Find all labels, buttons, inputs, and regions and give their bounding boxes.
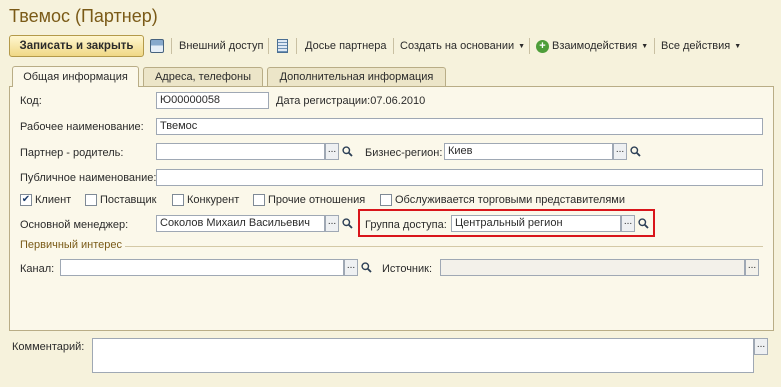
parent-partner-select-button[interactable]: ... bbox=[325, 143, 339, 160]
tab-additional-info[interactable]: Дополнительная информация bbox=[267, 67, 446, 86]
toolbar-separator bbox=[171, 38, 172, 54]
toolbar-separator bbox=[268, 38, 269, 54]
work-name-field[interactable]: Твемос bbox=[156, 118, 763, 135]
public-name-label: Публичное наименование: bbox=[20, 172, 157, 184]
registration-date-label: Дата регистрации:07.06.2010 bbox=[276, 95, 426, 107]
parent-partner-field[interactable] bbox=[156, 143, 325, 160]
registration-date-value: 07.06.2010 bbox=[370, 95, 426, 107]
public-name-field[interactable] bbox=[156, 169, 763, 186]
access-group-field[interactable]: Центральный регион bbox=[451, 215, 621, 232]
external-access-label: Внешний доступ bbox=[179, 40, 264, 52]
create-based-label: Создать на основании bbox=[400, 40, 515, 52]
code-label: Код: bbox=[20, 95, 42, 107]
dossier-button[interactable]: Досье партнера bbox=[305, 35, 387, 57]
source-field[interactable] bbox=[440, 259, 745, 276]
business-region-label: Бизнес-регион: bbox=[365, 147, 443, 159]
source-label: Источник: bbox=[382, 263, 433, 275]
parent-partner-label: Партнер - родитель: bbox=[20, 147, 124, 159]
magnifier-icon[interactable] bbox=[340, 143, 354, 160]
dossier-icon-button[interactable] bbox=[277, 35, 288, 57]
chevron-down-icon: ▼ bbox=[518, 42, 526, 50]
toolbar-separator bbox=[529, 38, 530, 54]
all-actions-menu[interactable]: Все действия ▼ bbox=[661, 35, 741, 57]
channel-label: Канал: bbox=[20, 263, 55, 275]
client-checkbox-label: Клиент bbox=[35, 194, 72, 206]
comment-open-button[interactable]: ... bbox=[754, 338, 768, 355]
access-group-select-button[interactable]: ... bbox=[621, 215, 635, 232]
primary-interest-group-title: Первичный интерес bbox=[20, 239, 123, 251]
tab-addresses-phones[interactable]: Адреса, телефоны bbox=[143, 67, 263, 86]
magnifier-icon[interactable] bbox=[628, 143, 642, 160]
other-relations-checkbox-label: Прочие отношения bbox=[268, 194, 366, 206]
interactions-menu[interactable]: + Взаимодействия ▼ bbox=[536, 35, 648, 57]
work-name-label: Рабочее наименование: bbox=[20, 121, 144, 133]
magnifier-icon[interactable] bbox=[636, 215, 650, 232]
magnifier-icon[interactable] bbox=[340, 215, 354, 232]
chevron-down-icon: ▼ bbox=[734, 42, 742, 50]
main-manager-select-button[interactable]: ... bbox=[325, 215, 339, 232]
comment-field[interactable] bbox=[92, 338, 754, 373]
document-icon bbox=[277, 39, 288, 53]
access-group-label: Группа доступа: bbox=[365, 219, 447, 231]
sales-reps-checkbox[interactable] bbox=[380, 194, 392, 206]
plus-circle-icon: + bbox=[536, 39, 549, 53]
toolbar-separator bbox=[654, 38, 655, 54]
main-manager-field[interactable]: Соколов Михаил Васильевич bbox=[156, 215, 325, 232]
floppy-disk-icon bbox=[150, 39, 164, 53]
group-divider bbox=[125, 246, 763, 247]
other-relations-checkbox[interactable] bbox=[253, 194, 265, 206]
chevron-down-icon: ▼ bbox=[641, 42, 649, 50]
interactions-label: Взаимодействия bbox=[552, 40, 638, 52]
channel-select-button[interactable]: ... bbox=[344, 259, 358, 276]
client-checkbox[interactable]: ✔ bbox=[20, 194, 32, 206]
window-title: Твемос (Партнер) bbox=[9, 6, 158, 26]
business-region-field[interactable]: Киев bbox=[444, 143, 613, 160]
save-button[interactable] bbox=[150, 35, 164, 57]
sales-reps-checkbox-label: Обслуживается торговыми представителями bbox=[395, 194, 625, 206]
magnifier-icon[interactable] bbox=[359, 259, 373, 276]
source-select-button[interactable]: ... bbox=[745, 259, 759, 276]
toolbar-separator bbox=[296, 38, 297, 54]
external-access-button[interactable]: Внешний доступ bbox=[179, 35, 263, 57]
channel-field[interactable] bbox=[60, 259, 344, 276]
dossier-label: Досье партнера bbox=[305, 40, 387, 52]
tab-general-info[interactable]: Общая информация bbox=[12, 66, 139, 87]
supplier-checkbox-label: Поставщик bbox=[100, 194, 157, 206]
code-field[interactable]: Ю00000058 bbox=[156, 92, 269, 109]
competitor-checkbox[interactable] bbox=[172, 194, 184, 206]
supplier-checkbox[interactable] bbox=[85, 194, 97, 206]
competitor-checkbox-label: Конкурент bbox=[187, 194, 240, 206]
create-based-on-menu[interactable]: Создать на основании ▼ bbox=[400, 35, 525, 57]
comment-label: Комментарий: bbox=[12, 341, 85, 353]
main-manager-label: Основной менеджер: bbox=[20, 219, 129, 231]
all-actions-label: Все действия bbox=[661, 40, 731, 52]
business-region-select-button[interactable]: ... bbox=[613, 143, 627, 160]
save-and-close-button[interactable]: Записать и закрыть bbox=[9, 35, 144, 57]
toolbar-separator bbox=[393, 38, 394, 54]
